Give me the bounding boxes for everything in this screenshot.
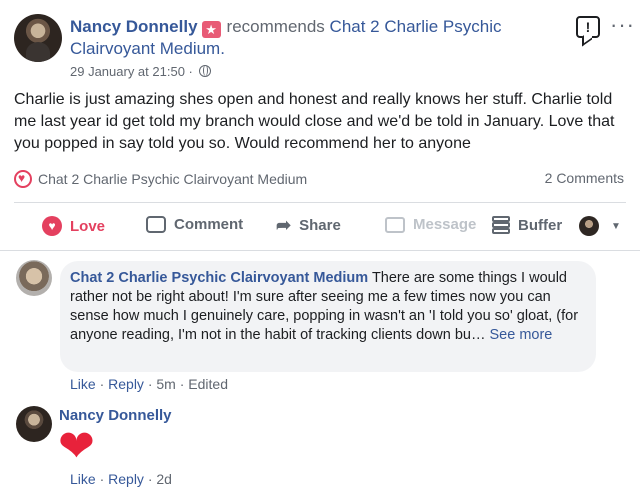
comment-button[interactable]: Comment (146, 216, 243, 233)
review-text: Charlie is just amazing shes open and ho… (14, 91, 615, 152)
commenter-avatar[interactable] (16, 260, 52, 296)
comment-age[interactable]: 2d (156, 471, 172, 487)
more-options-icon[interactable]: ··· (610, 14, 635, 36)
reply-link[interactable]: Reply (108, 471, 144, 487)
comment-bubble: Chat 2 Charlie Psychic Clairvoyant Mediu… (60, 261, 596, 372)
message-label: Message (413, 216, 477, 233)
post-timestamp[interactable]: 29 January at 21:50 (70, 64, 185, 79)
see-more-link[interactable]: See more (490, 327, 553, 343)
recommendation-heart-icon (14, 170, 32, 188)
buffer-label: Buffer (518, 216, 563, 234)
recommended-page-link[interactable]: Chat 2 Charlie Psychic Clairvoyant Mediu… (38, 171, 307, 187)
comment-label: Comment (174, 216, 244, 233)
post-action-bar: ♥ Love Comment ➦ Share Message Buffer ▼ (14, 204, 626, 248)
love-label: Love (70, 217, 106, 235)
edited-label[interactable]: Edited (188, 376, 228, 392)
comments-count-link[interactable]: 2 Comments (545, 170, 624, 186)
post-as-selector[interactable]: ▼ (579, 216, 621, 236)
love-icon: ♥ (42, 216, 62, 236)
report-icon[interactable]: ! (576, 16, 600, 38)
share-icon: ➦ (276, 215, 292, 235)
post-header: Nancy Donnelly ★ recommends Chat 2 Charlie… (70, 16, 575, 60)
author-name-link[interactable]: Nancy Donnelly (70, 17, 198, 36)
like-link[interactable]: Like (70, 376, 96, 392)
globe-icon[interactable] (198, 65, 211, 77)
recommends-text: recommends (226, 17, 325, 36)
comment-actions: Like · Reply · 2d (70, 471, 172, 487)
message-icon (385, 216, 405, 233)
buffer-button[interactable]: Buffer (492, 216, 562, 234)
recommendation-star-icon: ★ (201, 21, 221, 38)
heart-icon: ❤ (58, 422, 95, 471)
chevron-down-icon: ▼ (611, 220, 621, 232)
timestamp-separator: · (188, 64, 193, 79)
recommendation-post: Nancy Donnelly ★ recommends Chat 2 Charlie… (0, 0, 640, 497)
author-avatar[interactable] (14, 14, 62, 62)
share-label: Share (299, 216, 341, 234)
post-meta-row: Chat 2 Charlie Psychic Clairvoyant Mediu… (14, 170, 626, 192)
buffer-icon (492, 216, 510, 234)
post-timestamp-row: 29 January at 21:50 · (70, 64, 211, 79)
commenter-avatar[interactable] (16, 406, 52, 442)
profile-avatar (579, 216, 599, 236)
message-button[interactable]: Message (385, 216, 476, 233)
commenter-name-link[interactable]: Chat 2 Charlie Psychic Clairvoyant Mediu… (70, 270, 368, 286)
share-button[interactable]: ➦ Share (276, 216, 341, 234)
love-button[interactable]: ♥ Love (42, 216, 105, 236)
comment-age[interactable]: 5m (156, 376, 175, 392)
divider (14, 202, 626, 203)
comment-icon (146, 216, 166, 233)
comment-actions: Like · Reply · 5m · Edited (70, 376, 228, 392)
reply-link[interactable]: Reply (108, 376, 144, 392)
like-link[interactable]: Like (70, 471, 96, 487)
divider (0, 250, 640, 251)
